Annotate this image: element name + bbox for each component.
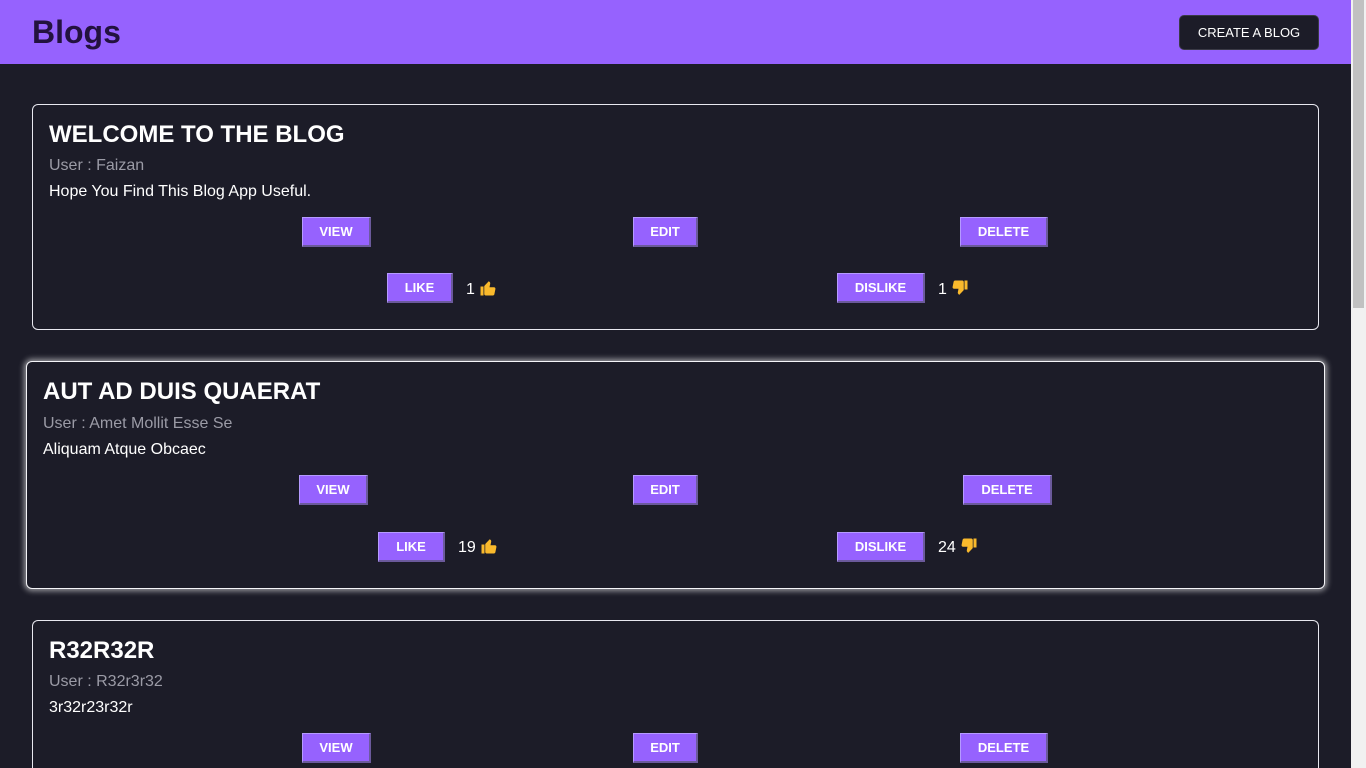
blog-card: R32R32R User : R32r3r32 3r32r23r32r VIEW… xyxy=(32,620,1319,768)
dislike-count-value: 24 xyxy=(938,539,956,556)
dislike-count: 24 xyxy=(938,537,978,561)
page-scrollbar[interactable] xyxy=(1351,0,1366,768)
edit-button[interactable]: EDIT xyxy=(633,733,698,763)
thumbs-down-icon xyxy=(960,537,978,561)
blog-user: User : R32r3r32 xyxy=(49,673,163,690)
like-button[interactable]: LIKE xyxy=(378,532,445,562)
thumbs-down-icon xyxy=(951,279,969,303)
dislike-button[interactable]: DISLIKE xyxy=(837,273,925,303)
delete-button[interactable]: DELETE xyxy=(963,475,1052,505)
blog-card: WELCOME TO THE BLOG User : Faizan Hope Y… xyxy=(32,104,1319,330)
like-count-value: 19 xyxy=(458,539,476,556)
blog-body: Aliquam Atque Obcaec xyxy=(43,441,206,458)
blog-body: 3r32r23r32r xyxy=(49,699,133,716)
dislike-button[interactable]: DISLIKE xyxy=(837,532,925,562)
blog-user: User : Amet Mollit Esse Se xyxy=(43,415,233,432)
view-button[interactable]: VIEW xyxy=(302,733,371,763)
blog-card: AUT AD DUIS QUAERAT User : Amet Mollit E… xyxy=(26,361,1325,589)
thumbs-up-icon xyxy=(480,537,498,561)
edit-button[interactable]: EDIT xyxy=(633,217,698,247)
create-blog-button[interactable]: CREATE A BLOG xyxy=(1179,15,1319,50)
blog-body: Hope You Find This Blog App Useful. xyxy=(49,183,312,200)
view-button[interactable]: VIEW xyxy=(299,475,368,505)
blog-title: WELCOME TO THE BLOG xyxy=(49,121,345,148)
blog-title: AUT AD DUIS QUAERAT xyxy=(43,378,321,405)
app-header: Blogs CREATE A BLOG xyxy=(0,0,1351,64)
dislike-count: 1 xyxy=(938,279,969,303)
blog-title: R32R32R xyxy=(49,637,155,664)
view-button[interactable]: VIEW xyxy=(302,217,371,247)
page-title: Blogs xyxy=(32,14,121,50)
dislike-count-value: 1 xyxy=(938,281,947,298)
like-button[interactable]: LIKE xyxy=(387,273,453,303)
delete-button[interactable]: DELETE xyxy=(960,733,1048,763)
like-count-value: 1 xyxy=(466,281,475,298)
like-count: 1 xyxy=(466,279,497,303)
blog-user: User : Faizan xyxy=(49,157,145,174)
like-count: 19 xyxy=(458,537,498,561)
delete-button[interactable]: DELETE xyxy=(960,217,1048,247)
edit-button[interactable]: EDIT xyxy=(633,475,698,505)
thumbs-up-icon xyxy=(479,279,497,303)
scrollbar-thumb[interactable] xyxy=(1353,0,1364,308)
